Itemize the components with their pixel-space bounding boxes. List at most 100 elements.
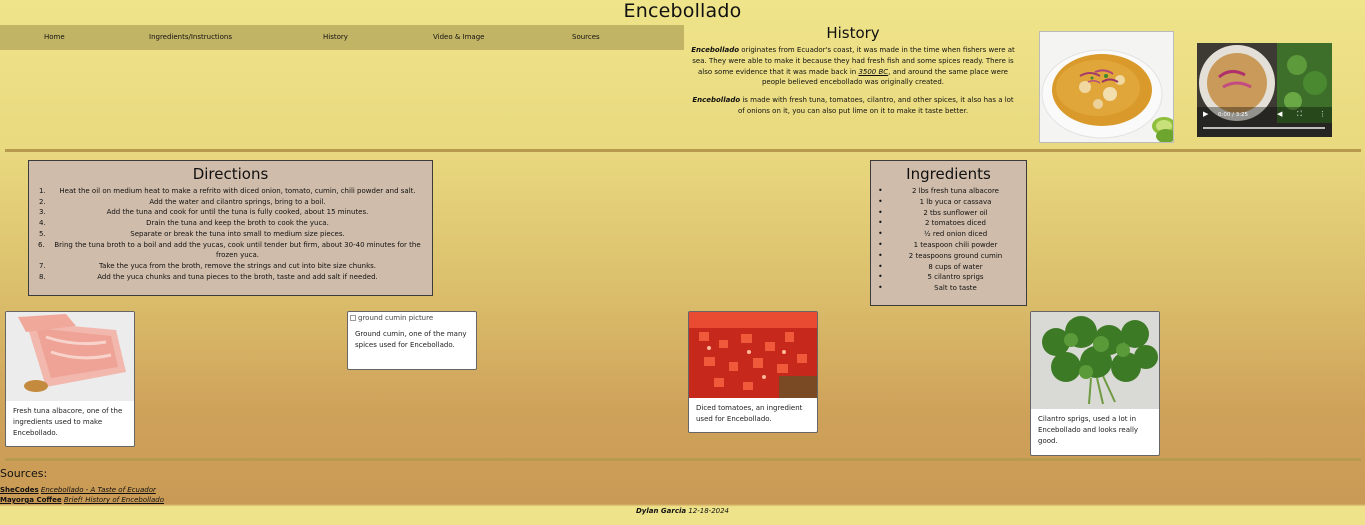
bullet-icon: • (878, 250, 883, 260)
video-time-readout: 0:00 / 3:25 (1218, 112, 1249, 118)
ingredient-text: 2 tbs sunflower oil (923, 208, 988, 217)
ingredient-item: • 1 lb yuca or cassava (871, 197, 1026, 208)
tuna-image (6, 312, 134, 401)
history-paragraph-ingredients: Encebollado is made with fresh tuna, tom… (690, 95, 1016, 117)
bullet-icon: • (878, 207, 883, 217)
nav-ingredients-link[interactable]: Ingredients/Instructions (149, 25, 232, 50)
step-text: Heat the oil on medium heat to make a re… (59, 187, 416, 195)
tomatoes-image (689, 312, 817, 398)
source-site: Mayorga Coffee (0, 496, 62, 504)
history-dish-name: Encebollado (691, 46, 740, 54)
direction-step: 1. Heat the oil on medium heat to make a … (29, 186, 432, 197)
bullet-icon: • (878, 218, 883, 228)
cilantro-card: Cilantro sprigs, used a lot in Encebolla… (1030, 311, 1160, 456)
step-number: 8. (39, 272, 46, 281)
section-divider-top (5, 149, 1361, 152)
ingredient-text: Salt to taste (934, 284, 977, 293)
source-title: Brief! History of Encebollado (63, 496, 165, 504)
history-date-link[interactable]: 3500 BC (858, 68, 888, 76)
tuna-card: Fresh tuna albacore, one of the ingredie… (5, 311, 135, 447)
section-divider-bottom (5, 458, 1361, 461)
ingredient-text: 1 lb yuca or cassava (919, 197, 992, 206)
encebollado-bowl-image (1039, 31, 1174, 143)
nav-history-link[interactable]: History (323, 25, 348, 50)
cumin-caption: Ground cumin, one of the many spices use… (355, 330, 467, 349)
encebollado-video-player[interactable]: ▶ 0:00 / 3:25 ◀ ⛶ ⋮ (1197, 43, 1332, 137)
step-number: 3. (39, 208, 46, 217)
directions-box: Directions 1. Heat the oil on medium heat… (28, 160, 433, 296)
step-text: Take the yuca from the broth, remove the… (98, 261, 377, 270)
bullet-icon: • (878, 283, 883, 293)
ingredient-item: • 8 cups of water (871, 262, 1026, 273)
history-text-2: is made with fresh tuna, tomatoes, cilan… (737, 96, 1014, 115)
tomatoes-card: Diced tomatoes, an ingredient used for E… (688, 311, 818, 433)
footer-author: Dylan Garcia (635, 507, 687, 515)
step-number: 1. (39, 187, 46, 195)
direction-step: 3. Add the tuna and cook for until the tu… (29, 207, 432, 218)
source-site: SheCodes (0, 486, 39, 494)
direction-step: 6. Bring the tuna broth to a boil and add… (29, 240, 432, 261)
source-link-shecodes[interactable]: SheCodes Encebollado - A Taste of Ecuado… (0, 486, 156, 494)
step-number: 2. (39, 197, 46, 206)
step-text: Add the water and cilantro springs, brin… (149, 197, 326, 206)
nav-sources-link[interactable]: Sources (572, 25, 600, 50)
ingredient-text: 5 cilantro sprigs (927, 273, 984, 282)
direction-step: 2. Add the water and cilantro springs, br… (29, 197, 432, 208)
video-volume-icon[interactable]: ◀ (1277, 110, 1282, 118)
source-link-mayorga[interactable]: Mayorga Coffee Brief! History of Encebol… (0, 496, 164, 504)
ingredient-item: • 1 teaspoon chili powder (871, 240, 1026, 251)
video-fullscreen-icon[interactable]: ⛶ (1297, 110, 1302, 119)
bullet-icon: • (878, 196, 883, 206)
direction-step: 4. Drain the tuna and keep the broth to c… (29, 218, 432, 229)
video-progress-bar[interactable] (1203, 127, 1325, 129)
step-number: 4. (39, 219, 46, 228)
history-heading: History (826, 24, 880, 42)
site-title: Encebollado (623, 0, 742, 22)
direction-step: 5. Separate or break the tuna into small … (29, 229, 432, 240)
bullet-icon: • (878, 239, 883, 249)
source-title: Encebollado - A Taste of Ecuador (40, 486, 156, 494)
video-more-icon[interactable]: ⋮ (1319, 110, 1326, 118)
history-section: History Encebollado originates from Ecua… (690, 24, 1016, 124)
step-number: 6. (38, 240, 45, 249)
bullet-icon: • (878, 272, 883, 282)
cumin-image: ground cumin picture (348, 312, 476, 324)
nav-home-link[interactable]: Home (44, 25, 65, 50)
directions-heading: Directions (192, 165, 269, 183)
step-number: 7. (39, 261, 46, 270)
ingredient-item: • ½ red onion diced (871, 229, 1026, 240)
ingredient-text: ½ red onion diced (923, 230, 988, 239)
ingredient-item: • 2 tbs sunflower oil (871, 208, 1026, 219)
ingredient-item: • Salt to taste (871, 283, 1026, 294)
ingredient-text: 2 tomatoes diced (924, 219, 986, 228)
navbar: Home Ingredients/Instructions History Vi… (0, 25, 684, 50)
ingredient-text: 2 teaspoons ground cumin (908, 251, 1003, 260)
video-play-icon[interactable]: ▶ (1203, 110, 1208, 118)
bullet-icon: • (878, 229, 883, 239)
direction-step: 7. Take the yuca from the broth, remove t… (29, 261, 432, 272)
sources-heading: Sources: (0, 467, 48, 480)
ingredient-text: 8 cups of water (928, 262, 983, 271)
direction-step: 8. Add the yuca chunks and tuna pieces to… (29, 272, 432, 283)
footer: Dylan Garcia 12-18-2024 (0, 507, 1365, 515)
ingredient-item: • 2 tomatoes diced (871, 218, 1026, 229)
nav-video-image-link[interactable]: Video & Image (433, 25, 484, 50)
cumin-card: ground cumin picture Ground cumin, one o… (347, 311, 477, 370)
ingredient-item: • 5 cilantro sprigs (871, 272, 1026, 283)
ingredients-box: Ingredients • 2 lbs fresh tuna albacore •… (870, 160, 1027, 306)
tomatoes-caption: Diced tomatoes, an ingredient used for E… (696, 404, 803, 423)
step-text: Separate or break the tuna into small to… (130, 229, 345, 238)
ingredients-heading: Ingredients (906, 165, 991, 183)
ingredient-text: 2 lbs fresh tuna albacore (911, 187, 999, 195)
cilantro-image (1031, 312, 1159, 409)
cumin-image-alt: ground cumin picture (358, 314, 434, 322)
cilantro-caption: Cilantro sprigs, used a lot in Encebolla… (1038, 415, 1139, 445)
bullet-icon: • (878, 261, 883, 271)
ingredient-text: 1 teaspoon chili powder (913, 240, 998, 249)
broken-image-icon (350, 315, 356, 321)
step-text: Add the tuna and cook for until the tuna… (106, 208, 369, 217)
step-text: Drain the tuna and keep the broth to coo… (146, 219, 329, 228)
footer-date: 12-18-2024 (686, 507, 730, 515)
history-paragraph-origin: Encebollado originates from Ecuador's co… (690, 45, 1016, 88)
step-number: 5. (39, 229, 46, 238)
